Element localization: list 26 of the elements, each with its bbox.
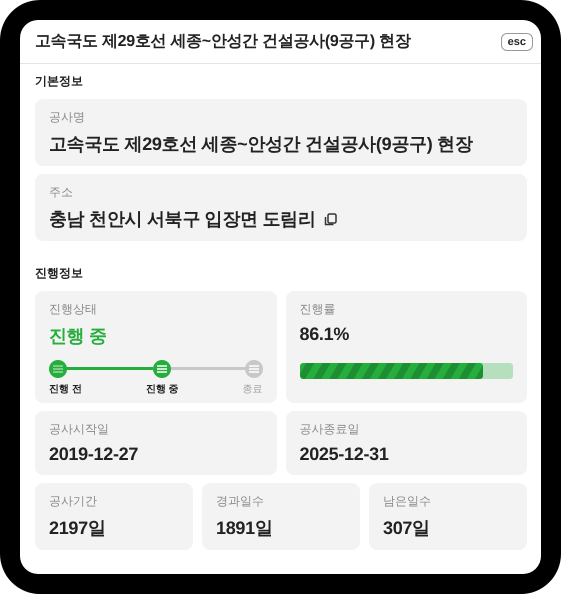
step-label: 진행 중 bbox=[146, 383, 179, 396]
close-button[interactable]: esc bbox=[500, 32, 533, 50]
field-value: 충남 천안시 서북구 입장면 도림리 bbox=[49, 208, 316, 231]
field-label: 주소 bbox=[49, 184, 74, 201]
field-label: 진행상태 bbox=[49, 301, 98, 318]
field-value: 2197일 bbox=[49, 517, 107, 540]
field-label: 진행률 bbox=[300, 301, 336, 318]
field-value: 307일 bbox=[383, 517, 431, 540]
progress-value: 86.1% bbox=[300, 324, 350, 345]
field-value: 고속국도 제29호선 세종~안성간 건설공사(9공구) 현장 bbox=[49, 133, 473, 156]
field-label: 공사시작일 bbox=[49, 421, 110, 438]
section-heading: 기본정보 bbox=[35, 73, 84, 90]
step-label: 종료 bbox=[242, 383, 262, 396]
status-value: 진행 중 bbox=[49, 325, 108, 348]
field-label: 공사명 bbox=[49, 109, 86, 126]
field-value: 2025-12-31 bbox=[300, 444, 390, 465]
field-label: 경과일수 bbox=[216, 493, 265, 510]
field-label: 공사종료일 bbox=[300, 421, 360, 438]
section-heading: 진행정보 bbox=[35, 265, 84, 282]
field-value: 1891일 bbox=[216, 517, 274, 540]
copy-icon[interactable] bbox=[324, 212, 337, 226]
field-label: 남은일수 bbox=[383, 493, 432, 510]
field-value: 2019-12-27 bbox=[49, 444, 140, 465]
step-label: 진행 전 bbox=[49, 383, 82, 396]
field-label: 공사기간 bbox=[49, 493, 98, 510]
dialog-title: 고속국도 제29호선 세종~안성간 건설공사(9공구) 현장 bbox=[35, 32, 410, 52]
